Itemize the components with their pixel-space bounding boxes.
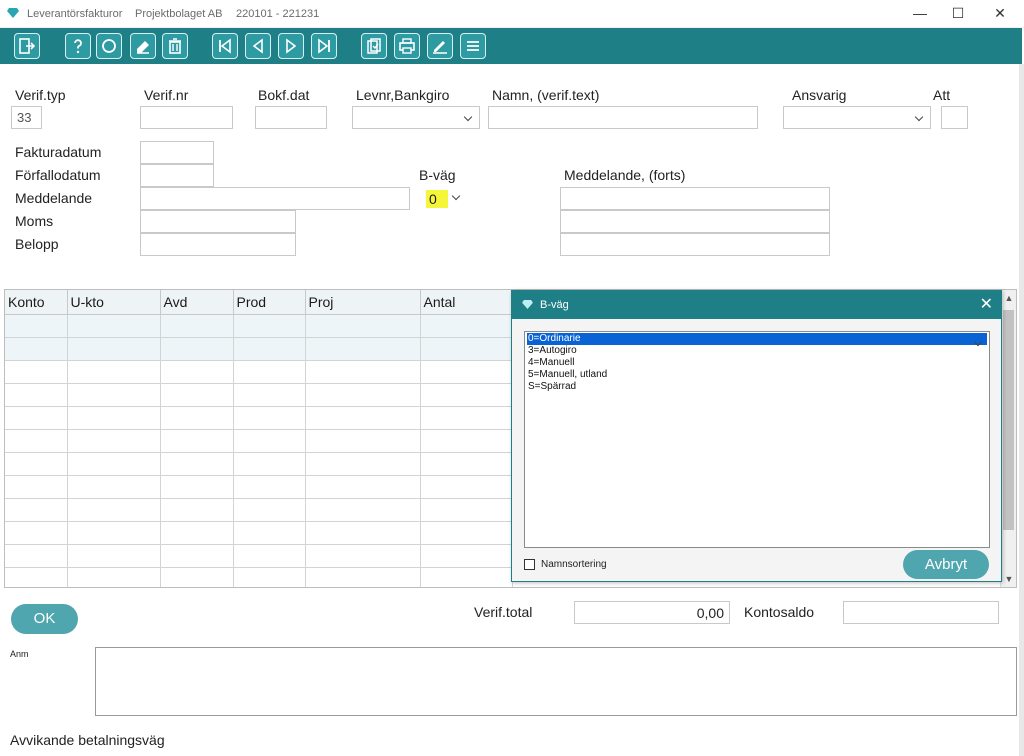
meddelande-label: Meddelande <box>15 190 93 206</box>
list-item[interactable]: 3=Autogiro <box>527 345 987 357</box>
col-u-kto[interactable]: U-kto <box>67 290 161 315</box>
moms-field[interactable] <box>140 210 296 233</box>
ok-button[interactable]: OK <box>11 604 78 634</box>
close-window-button[interactable]: ✕ <box>988 4 1012 22</box>
col-avd[interactable]: Avd <box>160 290 234 315</box>
bvag-listbox[interactable]: 0=Ordinarie 3=Autogiro 4=Manuell 5=Manue… <box>524 331 990 548</box>
bvag-label: B-väg <box>419 167 456 183</box>
att-field[interactable] <box>941 106 968 129</box>
window-edge <box>1019 64 1024 756</box>
app-diamond-icon <box>522 300 533 309</box>
verif-total-field: 0,00 <box>574 601 730 624</box>
moms-label: Moms <box>15 213 54 229</box>
trash-icon[interactable] <box>162 33 188 59</box>
app-title: Leverantörsfakturor <box>27 8 123 20</box>
print-icon[interactable] <box>394 33 420 59</box>
meddelande-forts-field-1[interactable] <box>560 187 830 210</box>
verif-nr-field[interactable] <box>140 106 233 129</box>
col-antal[interactable]: Antal <box>420 290 513 315</box>
col-proj[interactable]: Proj <box>305 290 421 315</box>
copy-icon[interactable] <box>361 33 387 59</box>
menu-icon[interactable] <box>460 33 486 59</box>
edit-icon[interactable] <box>427 33 453 59</box>
search-icon[interactable] <box>96 33 122 59</box>
list-item[interactable]: 0=Ordinarie <box>527 333 987 345</box>
scroll-down-icon[interactable]: ▼ <box>1004 574 1014 584</box>
toolbar <box>0 28 1022 64</box>
dialog-title: B-väg <box>540 299 569 311</box>
fakturadatum-field[interactable] <box>140 141 214 164</box>
verif-typ-label: Verif.typ <box>15 87 66 103</box>
bvag-dropdown[interactable]: 0 <box>424 188 464 210</box>
namnsortering-checkbox[interactable] <box>524 559 535 570</box>
belopp-label: Belopp <box>15 236 59 252</box>
fakturadatum-label: Fakturadatum <box>15 144 102 160</box>
meddelande-field[interactable] <box>140 187 410 210</box>
anm-label: Anm <box>10 649 29 659</box>
bvag-dialog: B-väg ✕ 0=Ordinarie 3=Autogiro 4=Manuell… <box>511 290 1002 582</box>
namn-field[interactable] <box>488 106 758 129</box>
ansvarig-label: Ansvarig <box>792 87 847 103</box>
att-label: Att <box>933 87 951 103</box>
list-item[interactable]: 5=Manuell, utland <box>527 369 987 381</box>
levnr-label: Levnr,Bankgiro <box>356 87 450 103</box>
meddelande-forts-field-2[interactable] <box>560 210 830 233</box>
bokf-dat-label: Bokf.dat <box>258 87 310 103</box>
previous-record-icon[interactable] <box>245 33 271 59</box>
next-record-icon[interactable] <box>278 33 304 59</box>
anm-textarea[interactable] <box>95 647 1017 716</box>
exit-icon[interactable] <box>14 33 40 59</box>
verif-total-label: Verif.total <box>474 604 533 620</box>
cancel-button[interactable]: Avbryt <box>903 550 989 579</box>
first-record-icon[interactable] <box>212 33 238 59</box>
namnsortering-label: Namnsortering <box>541 559 607 570</box>
forfallodatum-field[interactable] <box>140 164 214 187</box>
grid-scrollbar[interactable]: ▲ ▼ <box>1000 290 1016 587</box>
last-record-icon[interactable] <box>311 33 337 59</box>
col-konto[interactable]: Konto <box>5 290 68 315</box>
scrollbar-thumb[interactable] <box>1003 310 1014 530</box>
meddelande-forts-field-3[interactable] <box>560 233 830 256</box>
status-text: Avvikande betalningsväg <box>10 732 165 748</box>
verif-nr-label: Verif.nr <box>144 87 189 103</box>
title-bar: Leverantörsfakturor Projektbolaget AB 22… <box>0 0 1024 28</box>
app-diamond-icon <box>7 8 19 18</box>
forfallodatum-label: Förfallodatum <box>15 167 101 183</box>
meddelande-forts-label: Meddelande, (forts) <box>564 167 686 183</box>
period: 220101 - 221231 <box>236 8 320 20</box>
kontosaldo-field <box>843 601 999 624</box>
namn-label: Namn, (verif.text) <box>492 87 600 103</box>
company-name: Projektbolaget AB <box>135 8 223 20</box>
list-item[interactable]: 4=Manuell <box>527 357 987 369</box>
maximize-button[interactable]: ☐ <box>946 4 970 22</box>
help-icon[interactable] <box>65 33 91 59</box>
eraser-icon[interactable] <box>130 33 156 59</box>
kontosaldo-label: Kontosaldo <box>744 604 815 620</box>
bokf-dat-field[interactable] <box>255 106 327 129</box>
col-prod[interactable]: Prod <box>233 290 306 315</box>
scroll-up-icon[interactable]: ▲ <box>1004 293 1014 303</box>
bvag-value: 0 <box>426 190 448 208</box>
belopp-field[interactable] <box>140 233 296 256</box>
dialog-title-bar: B-väg ✕ <box>512 291 1001 319</box>
minimize-button[interactable]: — <box>908 4 932 22</box>
levnr-dropdown[interactable] <box>352 106 480 129</box>
ansvarig-dropdown[interactable] <box>783 106 931 129</box>
list-item[interactable]: S=Spärrad <box>527 381 987 393</box>
dialog-close-button[interactable]: ✕ <box>980 295 993 315</box>
verif-typ-field[interactable]: 33 <box>11 106 42 129</box>
